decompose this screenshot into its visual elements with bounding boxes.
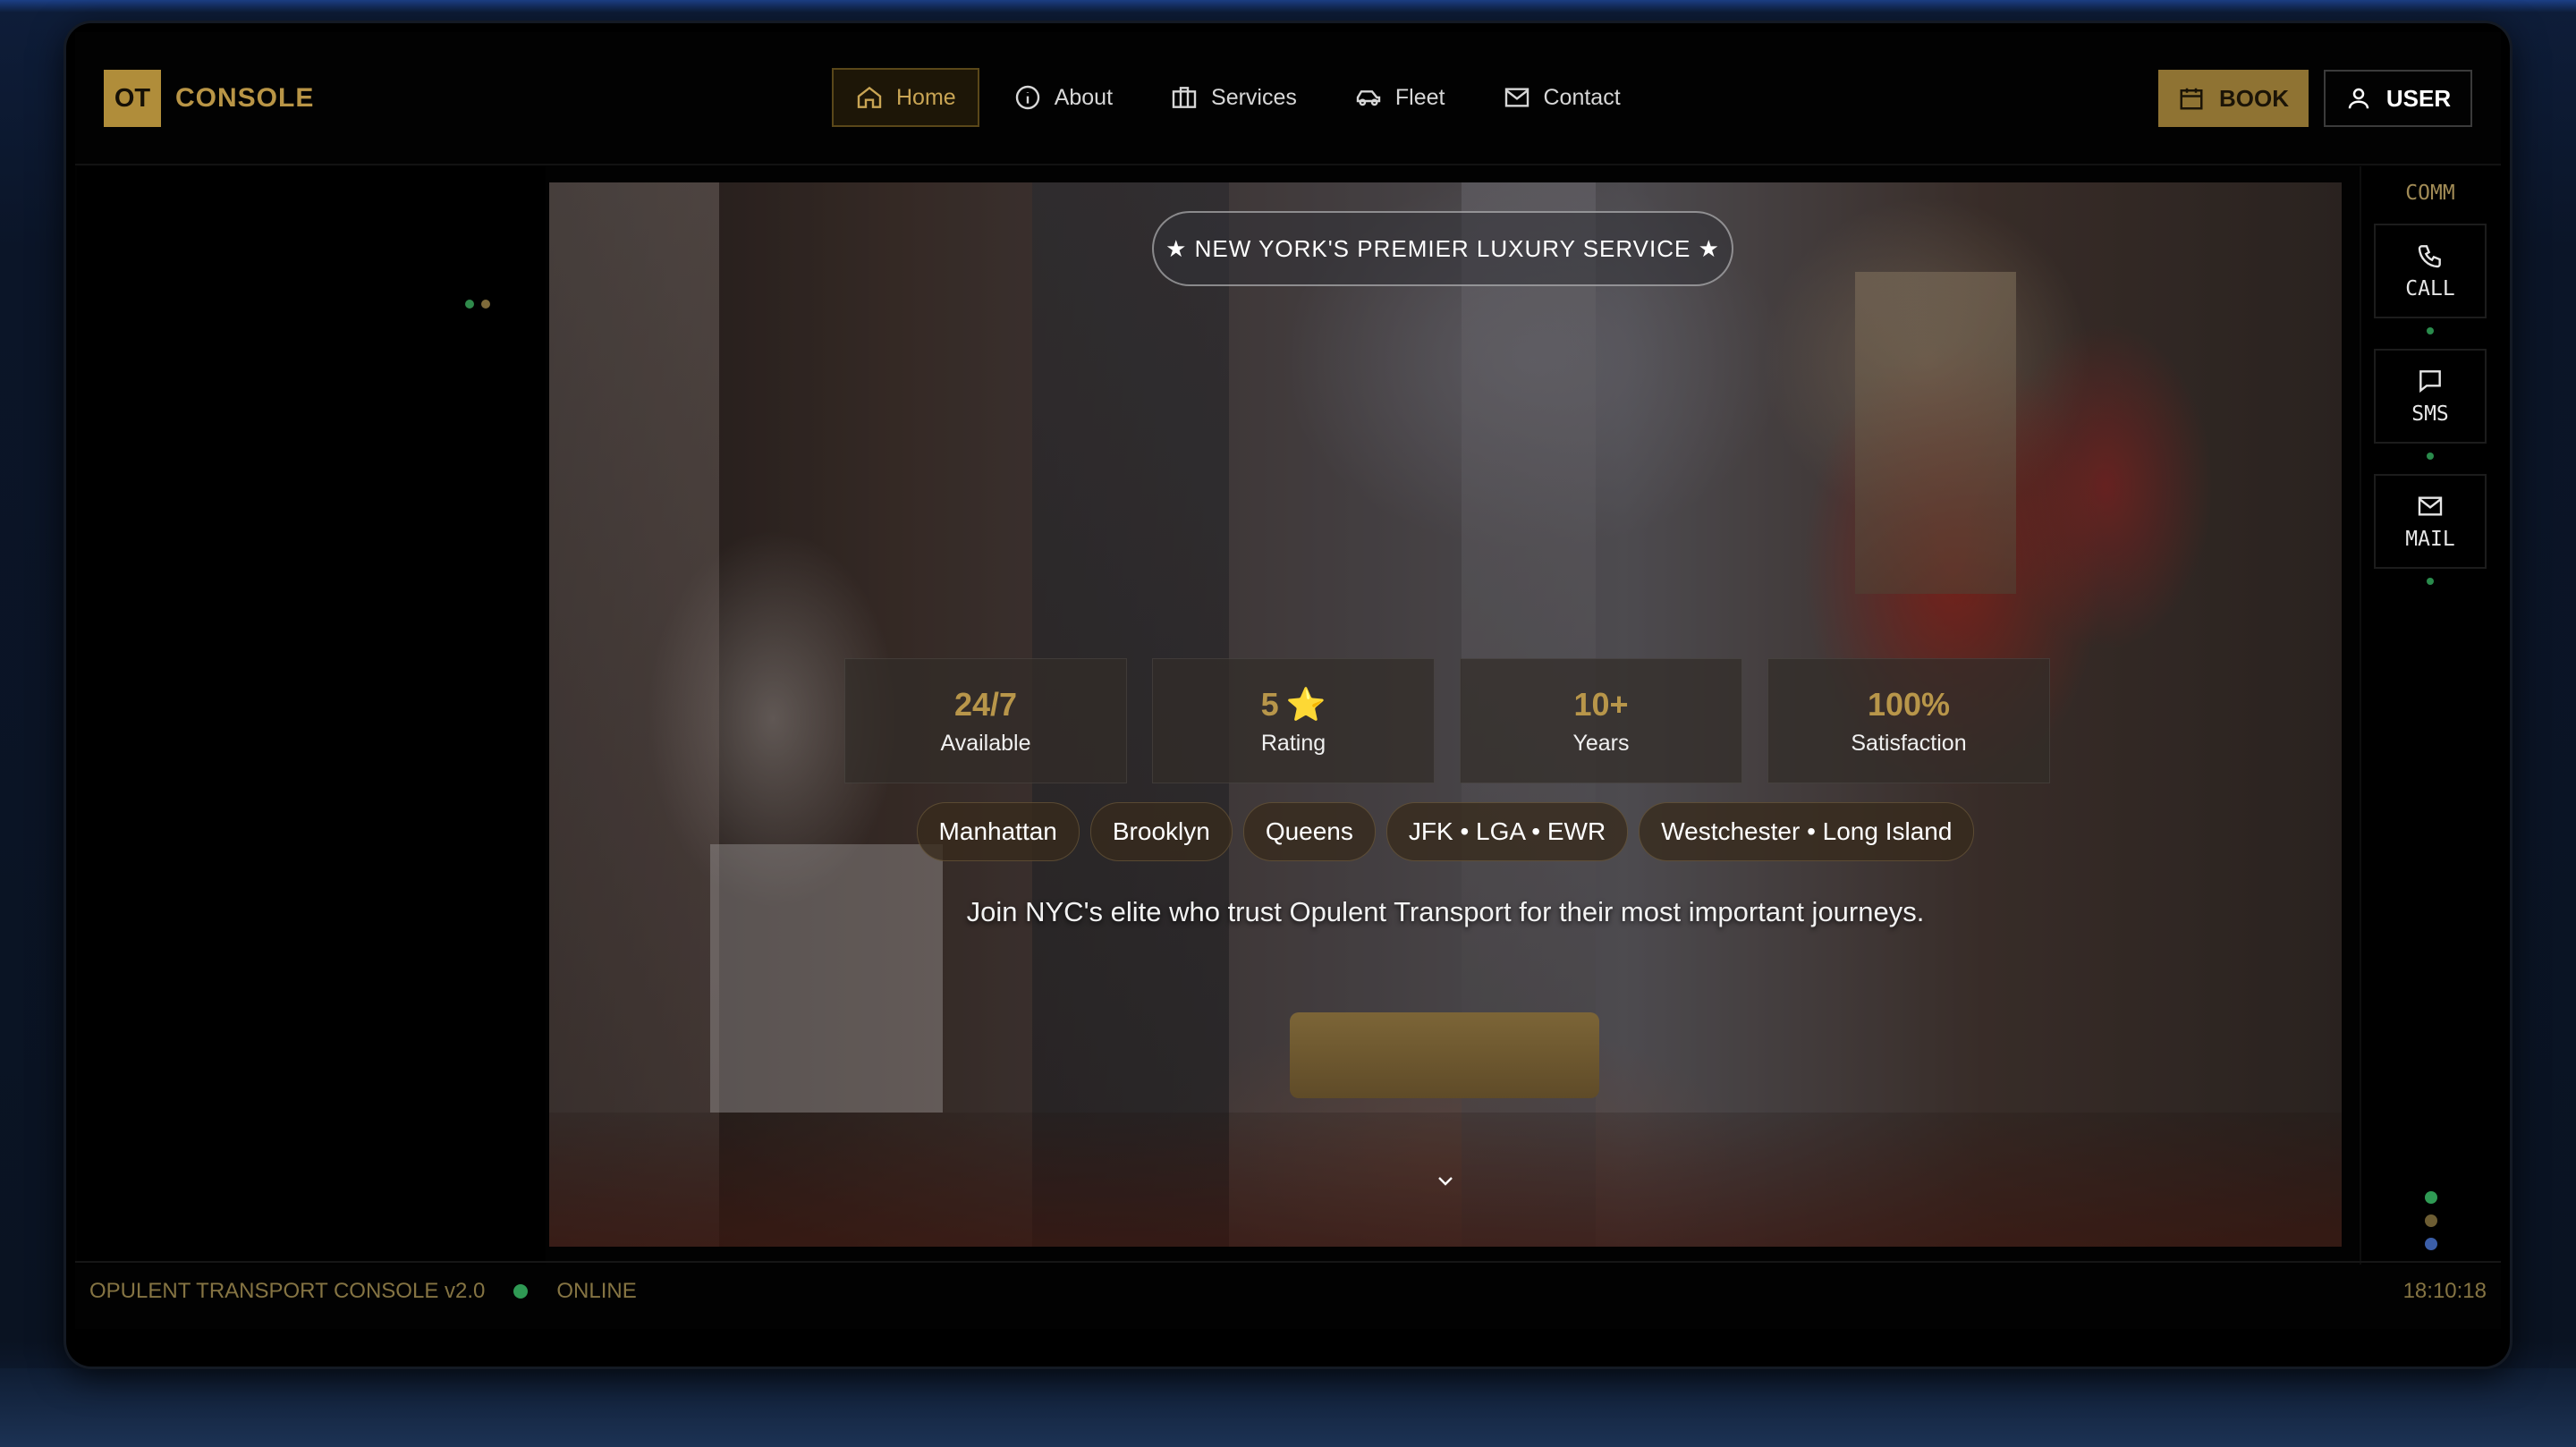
stat-label: Years	[1572, 730, 1630, 756]
stat-card: 24/7 Available	[844, 658, 1127, 783]
comm-label: CALL	[2405, 277, 2455, 300]
stat-value: 5 ⭐	[1261, 686, 1326, 724]
car-icon	[1356, 90, 1381, 106]
nav-item-services[interactable]: Services	[1147, 68, 1320, 127]
stat-card: 5 ⭐ Rating	[1152, 658, 1435, 783]
status-dot	[2427, 453, 2434, 460]
chevron-down-icon[interactable]	[1435, 1170, 1456, 1191]
user-icon	[2348, 88, 2369, 109]
comm-title: COMM	[2405, 182, 2455, 205]
home-icon	[857, 86, 882, 108]
stat-value: 100%	[1867, 685, 1951, 723]
stats-row: 24/7 Available 5 ⭐ Rating 10+ Years 100%…	[844, 658, 2050, 783]
nav-label: Fleet	[1394, 84, 1445, 110]
hero-section: ★ NEW YORK'S PREMIER LUXURY SERVICE ★ 24…	[549, 182, 2342, 1247]
nav-item-home[interactable]: Home	[832, 68, 979, 127]
status-dot	[2425, 1238, 2437, 1250]
version-text: OPULENT TRANSPORT CONSOLE v2.0	[89, 1279, 486, 1303]
system-status-dots	[2425, 1191, 2437, 1250]
stat-card: 10+ Years	[1460, 658, 1742, 783]
area-chip[interactable]: Manhattan	[916, 802, 1080, 861]
mail-icon	[2418, 496, 2443, 516]
comm-label: SMS	[2411, 402, 2449, 426]
online-indicator	[513, 1284, 529, 1299]
briefcase-icon	[1172, 87, 1197, 108]
nav-label: Home	[896, 84, 956, 110]
cta-button[interactable]	[1290, 1012, 1599, 1098]
rating-number: 5	[1260, 685, 1279, 723]
star-icon: ⭐	[1285, 685, 1326, 723]
status-dot	[465, 300, 474, 309]
hero-badge: ★ NEW YORK'S PREMIER LUXURY SERVICE ★	[1152, 211, 1733, 286]
info-icon	[1015, 85, 1039, 110]
nav-item-contact[interactable]: Contact	[1479, 68, 1644, 127]
mail-icon	[1504, 88, 1529, 107]
calendar-icon	[2180, 88, 2203, 110]
stat-value: 24/7	[953, 685, 1018, 723]
comm-label: MAIL	[2405, 528, 2455, 551]
message-icon	[2419, 370, 2441, 393]
status-dot	[2425, 1191, 2437, 1204]
phone-icon	[2418, 245, 2441, 268]
nav-item-about[interactable]: About	[990, 68, 1136, 127]
area-chip[interactable]: JFK • LGA • EWR	[1385, 802, 1629, 861]
service-areas: Manhattan Brooklyn Queens JFK • LGA • EW…	[549, 802, 2342, 861]
stat-label: Rating	[1260, 730, 1326, 756]
desktop-background	[0, 1368, 2576, 1447]
stat-value: 10+	[1573, 685, 1629, 723]
logo[interactable]: OT CONSOLE	[104, 70, 314, 127]
logo-mark: OT	[104, 70, 161, 127]
area-chip[interactable]: Westchester • Long Island	[1639, 802, 1975, 861]
connection-status: ONLINE	[556, 1279, 637, 1303]
user-button[interactable]: USER	[2324, 70, 2472, 127]
call-button[interactable]: CALL	[2374, 224, 2487, 318]
book-label: BOOK	[2219, 84, 2289, 112]
mail-button[interactable]: MAIL	[2374, 474, 2487, 569]
sms-button[interactable]: SMS	[2374, 349, 2487, 444]
status-bar: OPULENT TRANSPORT CONSOLE v2.0 ONLINE	[89, 1279, 637, 1304]
nav-label: Services	[1211, 84, 1297, 110]
book-button[interactable]: BOOK	[2158, 70, 2309, 127]
nav-item-fleet[interactable]: Fleet	[1331, 68, 1469, 127]
user-label: USER	[2385, 84, 2452, 112]
status-dot	[2427, 327, 2434, 334]
left-sidebar	[77, 166, 546, 1265]
nav-label: About	[1054, 84, 1114, 110]
stat-label: Available	[940, 730, 1031, 756]
area-chip[interactable]: Queens	[1242, 802, 1376, 861]
status-dot	[2425, 1214, 2437, 1227]
area-chip[interactable]: Brooklyn	[1089, 802, 1233, 861]
clock: 18:10:18	[2402, 1279, 2487, 1303]
hero-tagline: Join NYC's elite who trust Opulent Trans…	[966, 896, 1925, 927]
main-nav: Home About Services Fleet Contact	[832, 68, 1644, 127]
stat-label: Satisfaction	[1851, 730, 1967, 756]
nav-label: Contact	[1543, 84, 1621, 110]
header-divider	[75, 164, 2501, 165]
stat-card: 100% Satisfaction	[1767, 658, 2050, 783]
logo-text: CONSOLE	[175, 83, 315, 113]
footer-divider	[75, 1261, 2501, 1263]
indicator-dots	[465, 300, 490, 309]
status-dot	[481, 300, 490, 309]
status-dot	[2427, 578, 2434, 585]
